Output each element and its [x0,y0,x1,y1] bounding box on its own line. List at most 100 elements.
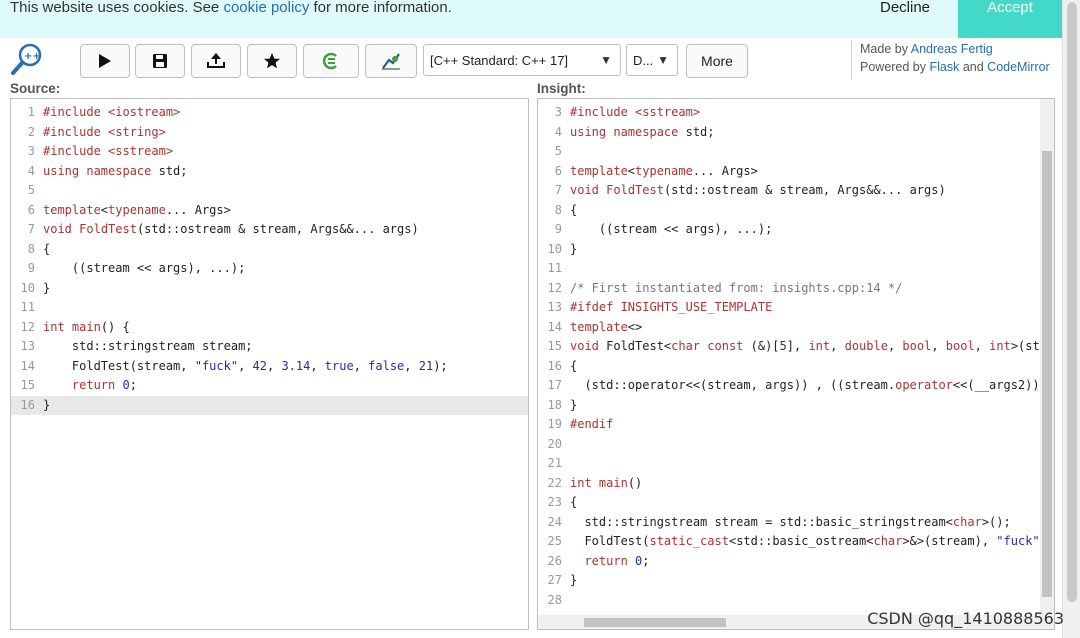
source-code-line[interactable]: 13 std::stringstream stream; [11,337,528,357]
source-code-line[interactable]: 15 return 0; [11,376,528,396]
insight-code-line[interactable]: 25 FoldTest(static_cast<std::basic_ostre… [538,532,1054,552]
insight-code-line[interactable]: 13 #ifdef INSIGHTS_USE_TEMPLATE [538,298,1054,318]
line-number: 13 [20,339,35,353]
source-code-line[interactable]: 16} [11,395,528,415]
code-text: (std::operator<<(stream, args)) , ((stre… [570,378,1055,392]
insight-horizontal-scroll-thumb[interactable] [584,618,726,627]
page-scrollbar[interactable] [1062,0,1080,638]
and-text: and [959,60,988,74]
run-button[interactable] [80,44,130,78]
insight-code-line[interactable]: 16 { [538,357,1054,377]
insight-code-line[interactable]: 20 [538,435,1054,455]
share-button[interactable] [191,44,241,78]
insight-code-line[interactable]: 21 [538,454,1054,474]
source-code-line[interactable]: 9 ((stream << args), ...); [11,259,528,279]
page-scrollbar-thumb[interactable] [1067,2,1077,602]
flask-link[interactable]: Flask [929,60,959,74]
source-code-line[interactable]: 14 FoldTest(stream, "fuck", 42, 3.14, tr… [11,357,528,377]
line-number: 12 [547,280,562,295]
made-by-line: Made by Andreas Fertig [860,40,1070,58]
options-select[interactable]: D... ▼ [626,44,678,76]
insight-code-line[interactable]: 6 template<typename... Args> [538,162,1054,182]
insight-editor[interactable]: 3 #include <sstream> 4 using namespace std;… [537,98,1055,630]
line-number: 8 [554,202,562,217]
source-code-line[interactable]: 4 using namespace std; [11,162,528,182]
star-icon [264,53,280,69]
cppinsights-logo-icon[interactable]: ++ [10,42,44,76]
source-code-line[interactable]: 5 [11,181,528,201]
code-text: return 0; [584,553,650,568]
accept-button[interactable]: Accept [958,0,1062,38]
line-number: 11 [547,261,562,275]
insight-code-line[interactable]: 24 std::stringstream stream = std::basic… [538,513,1054,533]
insight-code-line[interactable]: 19 #endif [538,415,1054,435]
code-text: { [570,495,578,509]
insight-code-line[interactable]: 11 [538,259,1054,279]
line-number: 11 [20,300,35,314]
insight-vertical-scroll-thumb[interactable] [1042,151,1052,597]
more-button[interactable]: More [686,44,748,78]
watermark: CSDN @qq_1410888563 [867,609,1064,628]
insight-code-line[interactable]: 14 template<> [538,318,1054,338]
quick-bench-button[interactable] [365,44,417,78]
credits: Made by Andreas Fertig Powered by Flask … [851,40,1070,80]
code-text: std::stringstream stream = std::basic_st… [570,514,1011,529]
source-code-line[interactable]: 6 template<typename... Args> [11,201,528,221]
line-number: 12 [20,319,35,334]
insight-code-line[interactable]: 10} [538,240,1054,260]
insight-code-line[interactable]: 17 (std::operator<<(stream, args)) , ((s… [538,376,1054,396]
code-text: template<typename... Args> [43,202,231,217]
source-code[interactable]: 1 #include <iostream> 2 #include <string> 3 #… [11,103,528,415]
powered-prefix: Powered by [860,60,930,74]
code-text: std::stringstream stream; [43,339,253,353]
author-link[interactable]: Andreas Fertig [911,42,993,56]
code-text: void FoldTest(std::ostream & stream, Arg… [570,183,946,197]
code-text: #ifdef INSIGHTS_USE_TEMPLATE [570,300,773,314]
code-text: void FoldTest(std::ostream & stream, Arg… [43,222,419,236]
line-number: 18 [547,397,562,412]
code-text: template<> [570,319,643,334]
insight-code-line[interactable]: 15 void FoldTest<char const (&)[5], int, … [538,337,1054,357]
insight-code-line[interactable]: 8{ [538,201,1054,221]
cpp-standard-select[interactable]: [C++ Standard: C++ 17] ▼ [423,44,621,76]
insight-code-line[interactable]: 27} [538,571,1054,591]
insight-vertical-scrollbar[interactable] [1040,99,1054,629]
compiler-explorer-button[interactable] [303,44,359,78]
source-code-line[interactable]: 12 int main() { [11,318,528,338]
code-text: } [43,280,51,295]
line-number: 21 [547,456,562,470]
insight-code-line[interactable]: 23 { [538,493,1054,513]
line-number: 9 [27,261,35,275]
insight-code-line[interactable]: 4 using namespace std; [538,123,1054,143]
insight-code-line[interactable]: 18} [538,396,1054,416]
insight-code-line[interactable]: 7 void FoldTest(std::ostream & stream, Ar… [538,181,1054,201]
decline-button[interactable]: Decline [860,0,950,16]
source-code-line[interactable]: 7 void FoldTest(std::ostream & stream, Ar… [11,220,528,240]
line-number: 6 [27,202,35,217]
insight-code-line[interactable]: 12 /* First instantiated from: insights.c… [538,279,1054,299]
insight-code-line[interactable]: 9 ((stream << args), ...); [538,220,1054,240]
line-number: 13 [547,300,562,314]
source-editor[interactable]: 1 #include <iostream> 2 #include <string> 3 #… [10,98,529,630]
favorite-button[interactable] [247,44,297,78]
line-number: 20 [547,436,562,451]
insight-code-line[interactable]: 3 #include <sstream> [538,103,1054,123]
source-code-line[interactable]: 11 [11,298,528,318]
insight-code-line[interactable]: 28 [538,591,1054,611]
insight-code-line[interactable]: 5 [538,142,1054,162]
line-number: 14 [20,358,35,373]
insight-code-line[interactable]: 26 return 0; [538,552,1054,572]
powered-by-line: Powered by Flask and CodeMirror [860,58,1070,76]
source-code-line[interactable]: 10} [11,279,528,299]
cookie-policy-link[interactable]: cookie policy [223,0,309,16]
line-number: 1 [27,105,35,119]
save-button[interactable] [135,44,185,78]
source-code-line[interactable]: 1 #include <iostream> [11,103,528,123]
source-code-line[interactable]: 3 #include <sstream> [11,142,528,162]
source-code-line[interactable]: 2 #include <string> [11,123,528,143]
code-text: ((stream << args), ...); [570,222,773,236]
source-code-line[interactable]: 8{ [11,240,528,260]
insight-code-line[interactable]: 22 int main() [538,474,1054,494]
code-text: { [570,358,578,373]
codemirror-link[interactable]: CodeMirror [987,60,1050,74]
